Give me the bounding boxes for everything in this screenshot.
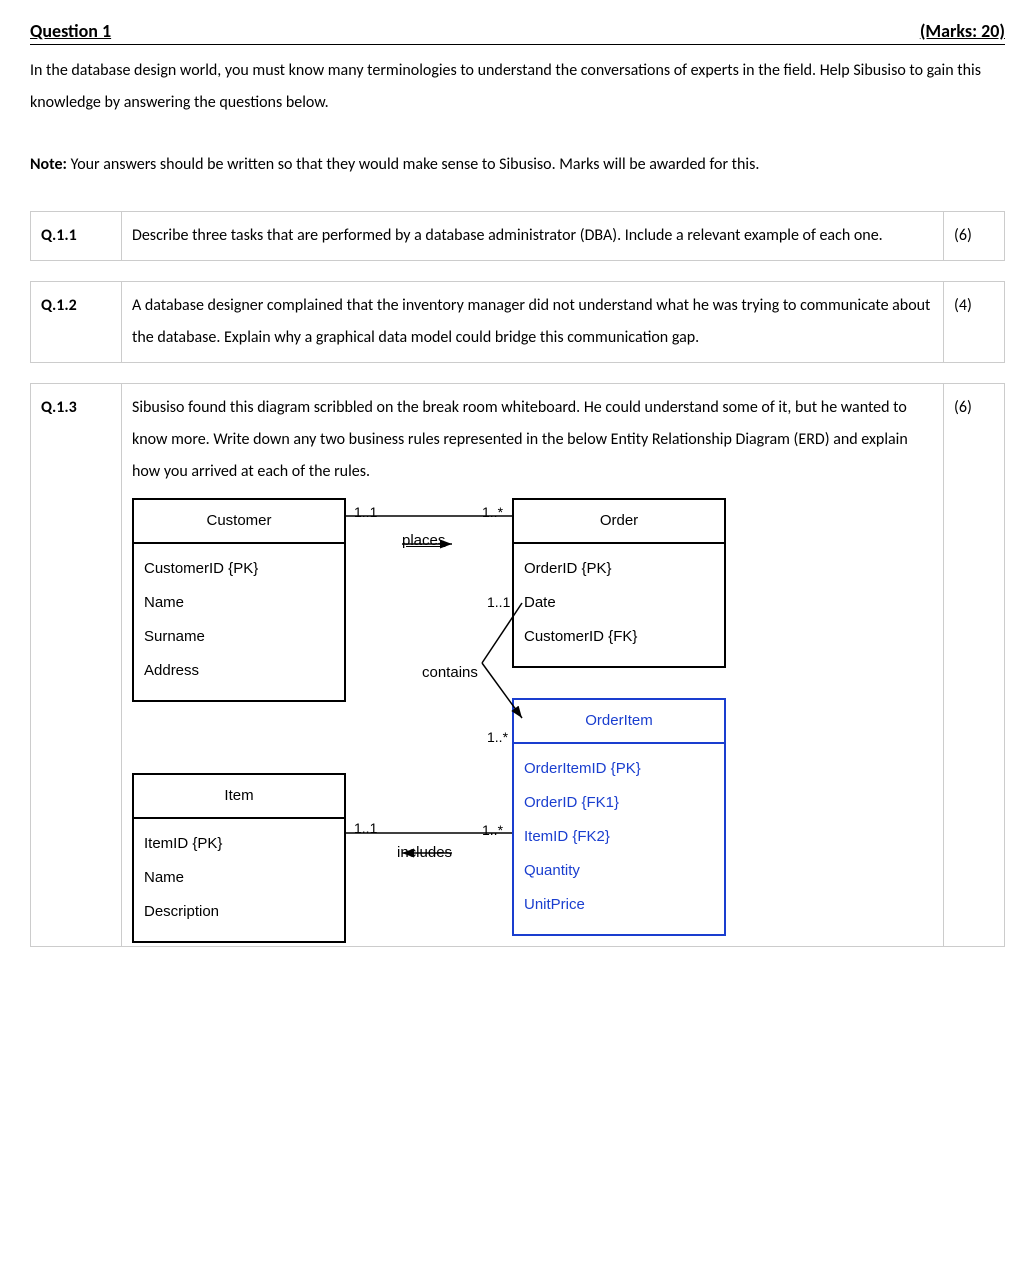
entity-attr: Surname [144,622,334,652]
rel-places-left-card: 1..1 [354,498,377,526]
entity-customer-title: Customer [134,500,344,544]
entity-attr: Date [524,588,714,618]
note-text: Note: Your answers should be written so … [30,149,1005,181]
qtext: A database designer complained that the … [122,282,944,363]
qmarks: (6) [944,384,1005,947]
entity-attr: Address [144,656,334,686]
entity-attr: OrderID {FK1} [524,788,714,818]
rel-places-label: places [402,526,445,556]
question-1-1: Q.1.1 Describe three tasks that are perf… [30,211,1005,261]
entity-attr: OrderItemID {PK} [524,754,714,784]
intro-text: In the database design world, you must k… [30,55,1005,119]
entity-attr: CustomerID {FK} [524,622,714,652]
rel-includes-label: includes [397,838,452,868]
entity-order: Order OrderID {PK} Date CustomerID {FK} [512,498,726,668]
entity-attr: Name [144,588,334,618]
qmarks: (6) [944,212,1005,261]
entity-attr: Description [144,897,334,927]
entity-attr: Name [144,863,334,893]
rel-includes-right-card: 1..* [482,816,503,844]
entity-orderitem-title: OrderItem [514,700,724,744]
qnum: Q.1.2 [31,282,122,363]
entity-item-title: Item [134,775,344,819]
question-marks: (Marks: 20) [920,20,1005,42]
qtext-body: Sibusiso found this diagram scribbled on… [132,392,933,488]
erd-diagram: Customer CustomerID {PK} Name Surname Ad… [132,498,832,938]
question-header: Question 1 (Marks: 20) [30,20,1005,45]
qtext: Sibusiso found this diagram scribbled on… [122,384,944,947]
question-title: Question 1 [30,20,111,42]
question-1-2: Q.1.2 A database designer complained tha… [30,281,1005,363]
qtext: Describe three tasks that are performed … [122,212,944,261]
entity-order-title: Order [514,500,724,544]
note-body: Your answers should be written so that t… [67,155,759,174]
entity-attr: ItemID {PK} [144,829,334,859]
qnum: Q.1.3 [31,384,122,947]
entity-orderitem: OrderItem OrderItemID {PK} OrderID {FK1}… [512,698,726,936]
qnum: Q.1.1 [31,212,122,261]
entity-customer: Customer CustomerID {PK} Name Surname Ad… [132,498,346,702]
qmarks: (4) [944,282,1005,363]
rel-contains-bottom-card: 1..* [487,723,508,751]
entity-attr: OrderID {PK} [524,554,714,584]
entity-attr: CustomerID {PK} [144,554,334,584]
entity-item: Item ItemID {PK} Name Description [132,773,346,943]
entity-attr: ItemID {FK2} [524,822,714,852]
rel-includes-left-card: 1..1 [354,814,377,842]
rel-places-right-card: 1..* [482,498,503,526]
entity-attr: UnitPrice [524,890,714,920]
question-1-3: Q.1.3 Sibusiso found this diagram scribb… [30,383,1005,947]
note-label: Note: [30,155,67,174]
rel-contains-top-card: 1..1 [487,588,510,616]
entity-attr: Quantity [524,856,714,886]
rel-contains-label: contains [422,658,478,688]
